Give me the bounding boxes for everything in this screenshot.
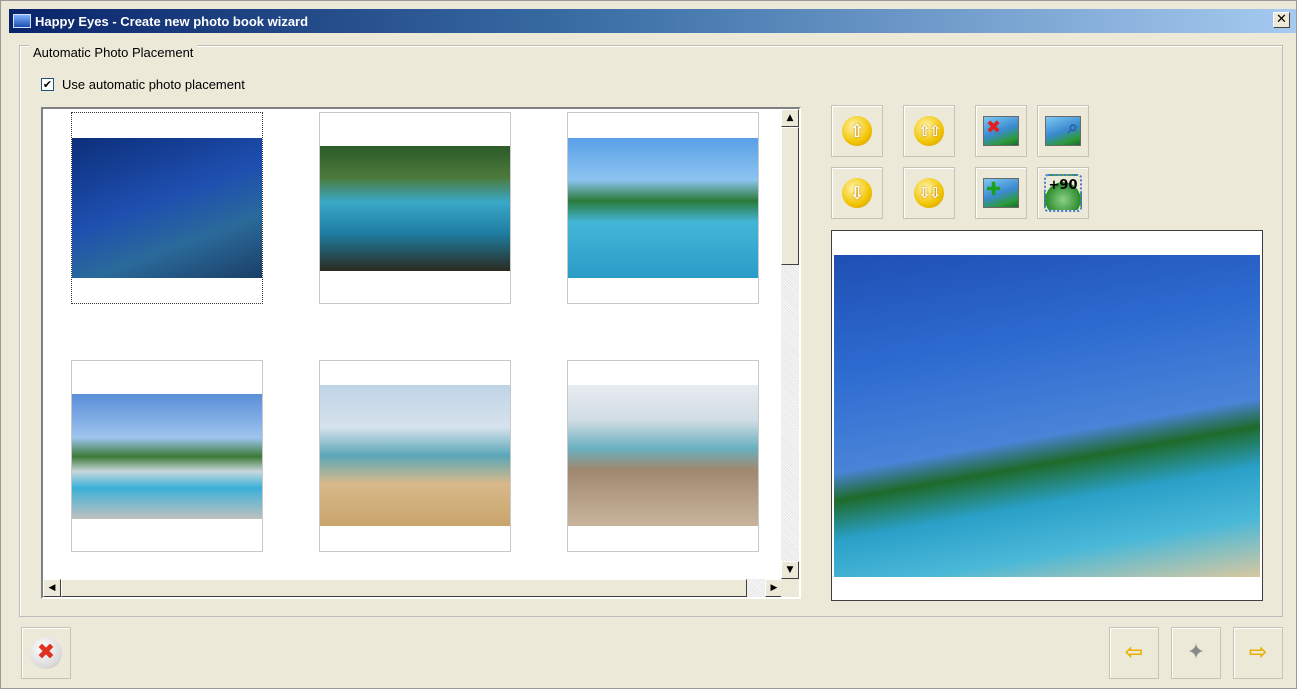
photo-tile-palm-boat[interactable]: [71, 112, 263, 304]
window-title: Happy Eyes - Create new photo book wizar…: [35, 13, 309, 29]
add-photo-icon: ✚: [983, 178, 1019, 208]
photo-tile-pool-palms[interactable]: [567, 112, 759, 304]
wizard-window: Happy Eyes - Create new photo book wizar…: [0, 0, 1297, 689]
auto-placement-checkbox[interactable]: ✔: [41, 78, 54, 91]
horizontal-scrollbar[interactable]: ◀ ▶: [43, 579, 783, 597]
vertical-scrollbar[interactable]: ▲ ▼: [781, 109, 799, 579]
scroll-up-button[interactable]: ▲: [781, 109, 799, 127]
photo-list[interactable]: ▲ ▼ ◀ ▶: [41, 107, 801, 599]
zoom-photo-button[interactable]: ⌕: [1037, 105, 1089, 157]
preview-image: [834, 255, 1260, 577]
horizontal-scroll-thumb[interactable]: [61, 579, 747, 597]
photo-thumbnail: [320, 146, 510, 271]
scroll-corner: [781, 579, 799, 597]
rotate-icon: +90: [1044, 174, 1082, 212]
photo-tile-resort-pool[interactable]: [71, 360, 263, 552]
cancel-icon: ✖: [30, 637, 62, 669]
add-photo-button[interactable]: ✚: [975, 167, 1027, 219]
photo-preview: [831, 230, 1263, 601]
arrow-down-icon: ⇩: [842, 178, 872, 208]
arrow-up-icon: ⇧: [842, 116, 872, 146]
photo-tile-sandcastle[interactable]: [319, 360, 511, 552]
wand-back-icon: ⇦: [1124, 640, 1144, 665]
photo-tile-flamingos[interactable]: [319, 112, 511, 304]
auto-placement-option[interactable]: ✔ Use automatic photo placement: [41, 77, 245, 92]
rotate-photo-button[interactable]: +90: [1037, 167, 1089, 219]
back-button[interactable]: ⇦: [1109, 627, 1159, 679]
cancel-button[interactable]: ✖: [21, 627, 71, 679]
photo-thumbnail: [72, 138, 262, 278]
vertical-scroll-thumb[interactable]: [781, 127, 799, 265]
scroll-left-button[interactable]: ◀: [43, 579, 61, 597]
zoom-photo-icon: ⌕: [1045, 116, 1081, 146]
close-button[interactable]: ✕: [1273, 12, 1290, 28]
title-bar: Happy Eyes - Create new photo book wizar…: [9, 9, 1296, 33]
remove-photo-icon: ✖: [983, 116, 1019, 146]
double-arrow-up-icon: ⇧⇧: [914, 116, 944, 146]
photo-thumbnail: [72, 394, 262, 519]
photo-thumbnail: [568, 385, 758, 526]
wand-next-icon: ⇨: [1248, 640, 1268, 665]
move-last-button[interactable]: ⇩⇩: [903, 167, 955, 219]
finish-button[interactable]: ✦: [1171, 627, 1221, 679]
wand-icon: ✦: [1186, 640, 1206, 665]
photo-thumbnail: [320, 385, 510, 526]
double-arrow-down-icon: ⇩⇩: [914, 178, 944, 208]
next-button[interactable]: ⇨: [1233, 627, 1283, 679]
photo-tile-family-beach[interactable]: [567, 360, 759, 552]
move-first-button[interactable]: ⇧⇧: [903, 105, 955, 157]
auto-placement-label: Use automatic photo placement: [62, 77, 245, 92]
scroll-down-button[interactable]: ▼: [781, 561, 799, 579]
group-legend: Automatic Photo Placement: [29, 45, 198, 60]
photo-thumbnail: [568, 138, 758, 278]
move-down-button[interactable]: ⇩: [831, 167, 883, 219]
remove-photo-button[interactable]: ✖: [975, 105, 1027, 157]
app-icon: [13, 14, 31, 28]
move-up-button[interactable]: ⇧: [831, 105, 883, 157]
